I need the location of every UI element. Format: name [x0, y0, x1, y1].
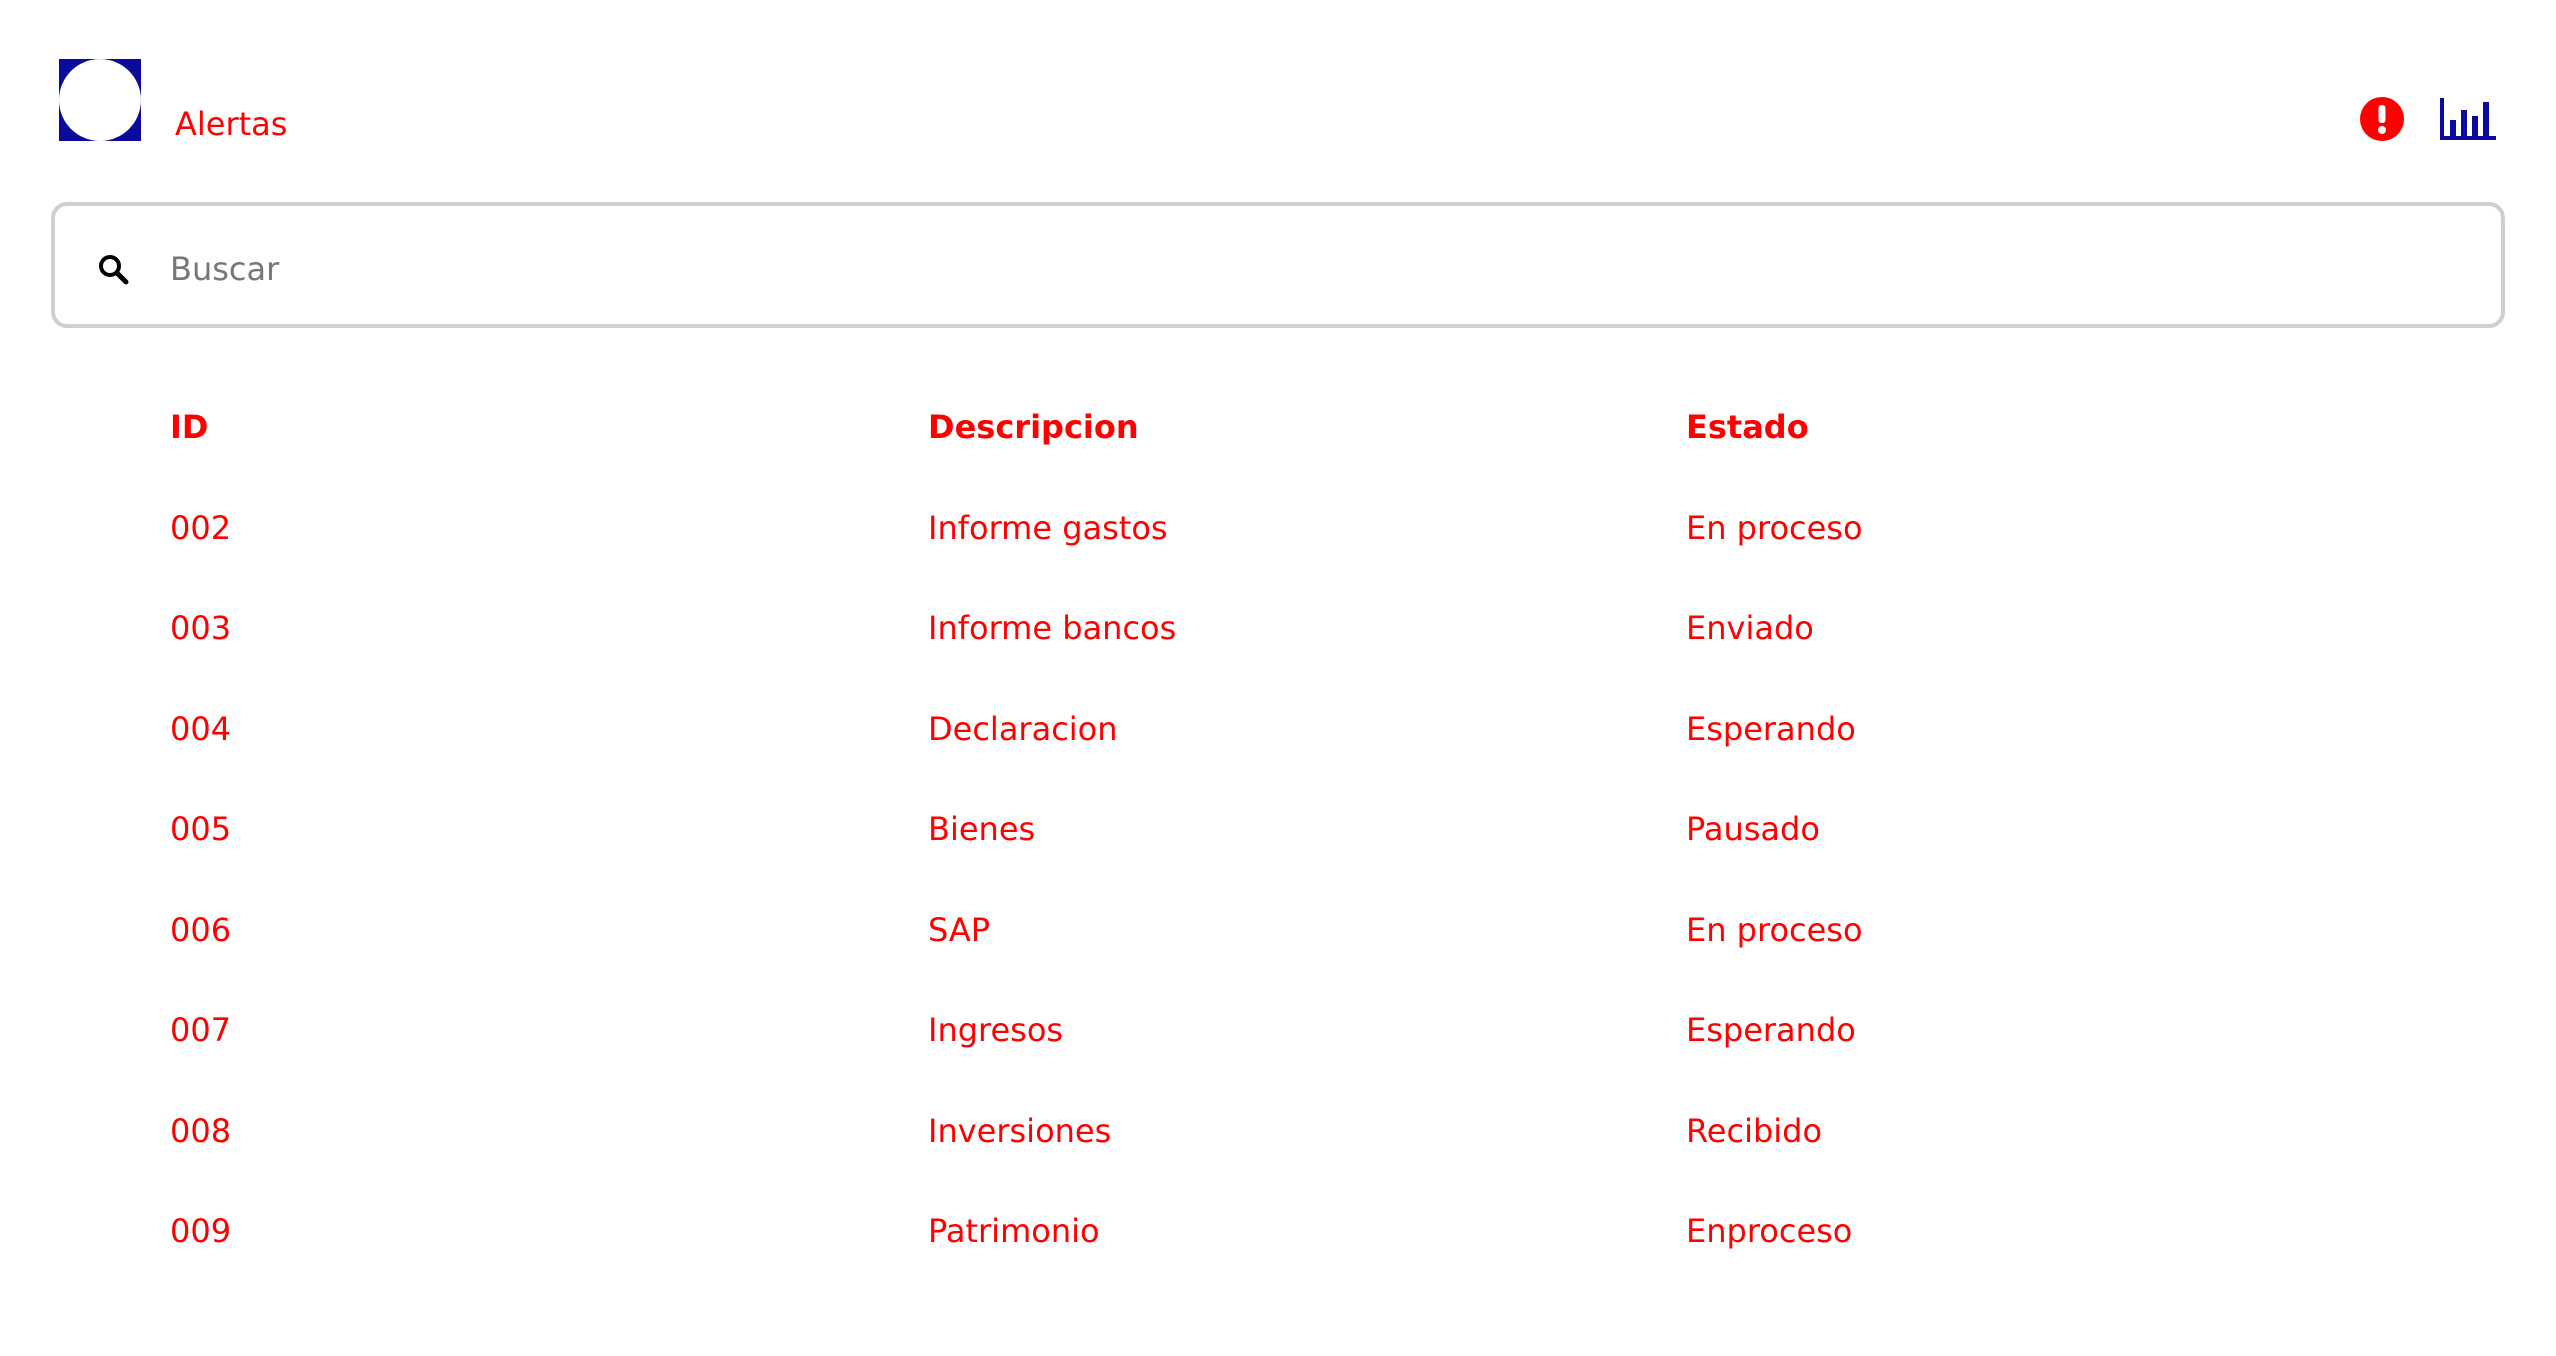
row-description: Informe gastos	[928, 508, 1168, 547]
row-state: Recibido	[1686, 1111, 1823, 1150]
alerts-table: ID Descripcion Estado 002 Informe gastos…	[170, 395, 2470, 1300]
row-state: Pausado	[1686, 810, 1820, 848]
column-header-state: Estado	[1686, 408, 1809, 446]
column-header-id: ID	[170, 408, 209, 446]
row-id: 006	[170, 910, 232, 949]
column-header-description: Descripcion	[928, 408, 1139, 446]
search-input[interactable]	[170, 238, 2470, 300]
row-id: 002	[170, 508, 232, 547]
row-description: Inversiones	[928, 1111, 1112, 1150]
row-id: 005	[170, 810, 232, 848]
row-id: 009	[170, 1212, 232, 1250]
row-state: Enproceso	[1686, 1212, 1853, 1250]
row-id: 003	[170, 609, 232, 647]
table-row[interactable]: 007 Ingresos Esperando	[170, 998, 2470, 1099]
row-description: SAP	[928, 910, 991, 949]
row-id: 007	[170, 1011, 232, 1049]
table-row[interactable]: 002 Informe gastos En proceso	[170, 496, 2470, 597]
page-title: Alertas	[175, 105, 288, 143]
row-state: Esperando	[1686, 1011, 1856, 1049]
table-row[interactable]: 006 SAP En proceso	[170, 898, 2470, 999]
logo-circle	[59, 59, 141, 141]
row-state: En proceso	[1686, 508, 1863, 547]
row-state: Esperando	[1686, 709, 1856, 748]
row-description: Bienes	[928, 810, 1036, 848]
row-description: Ingresos	[928, 1011, 1064, 1049]
table-row[interactable]: 004 Declaracion Esperando	[170, 697, 2470, 798]
table-header-row: ID Descripcion Estado	[170, 395, 2470, 496]
row-description: Informe bancos	[928, 609, 1177, 647]
logo-icon	[59, 59, 141, 141]
table-row[interactable]: 008 Inversiones Recibido	[170, 1099, 2470, 1200]
table-row[interactable]: 009 Patrimonio Enproceso	[170, 1199, 2470, 1300]
bar-chart-icon[interactable]	[2438, 96, 2498, 142]
row-id: 004	[170, 709, 232, 748]
row-description: Patrimonio	[928, 1212, 1100, 1250]
row-description: Declaracion	[928, 709, 1118, 748]
row-state: En proceso	[1686, 910, 1863, 949]
alert-icon[interactable]	[2359, 96, 2405, 142]
table-row[interactable]: 003 Informe bancos Enviado	[170, 596, 2470, 697]
row-state: Enviado	[1686, 609, 1814, 647]
table-row[interactable]: 005 Bienes Pausado	[170, 797, 2470, 898]
row-id: 008	[170, 1111, 232, 1150]
search-icon	[99, 255, 129, 285]
